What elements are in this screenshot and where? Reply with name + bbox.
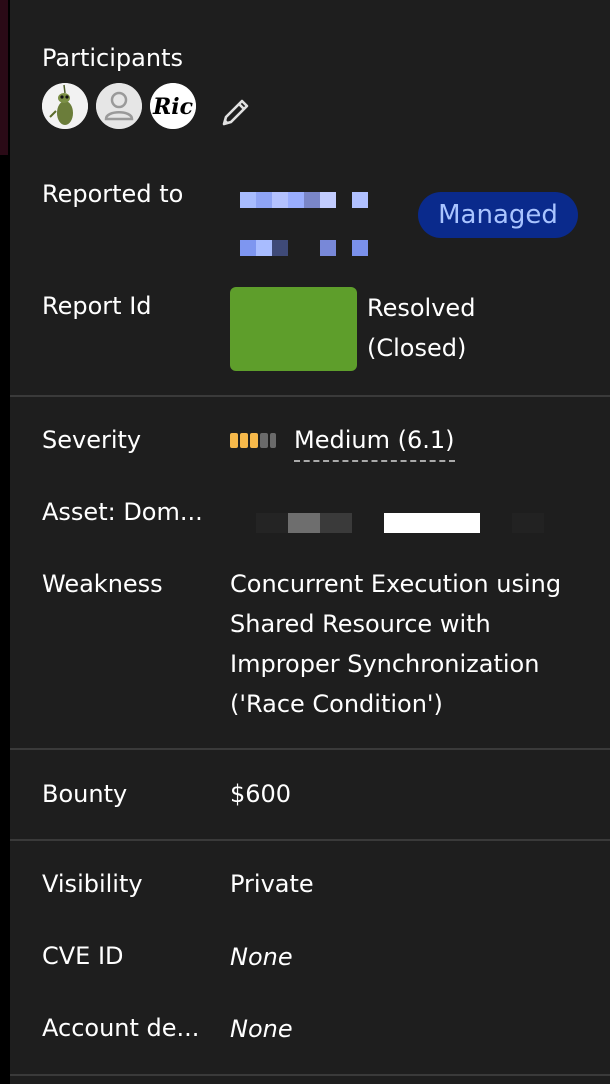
weakness-label: Weakness (42, 570, 163, 598)
participant-avatar-1[interactable] (42, 83, 88, 129)
account-details-label: Account de... (42, 1014, 200, 1042)
report-status-line2: (Closed) (367, 334, 467, 362)
participants-label: Participants (42, 44, 183, 72)
participant-avatar-2[interactable] (96, 83, 142, 129)
user-placeholder-icon (96, 83, 142, 129)
report-details-panel: Participants Ric Reported to Managed Rep… (10, 0, 610, 1084)
cartoon-character-icon (42, 83, 88, 129)
report-id-redacted-value (230, 287, 357, 371)
pencil-icon (222, 99, 249, 126)
cve-id-value: None (230, 943, 293, 971)
severity-value-link[interactable]: Medium (6.1) (294, 420, 455, 462)
divider (10, 839, 610, 841)
bounty-value: $600 (230, 780, 292, 808)
severity-bar-1 (230, 433, 238, 448)
asset-label: Asset: Dom... (42, 498, 203, 526)
report-id-label: Report Id (42, 292, 152, 320)
divider (10, 395, 610, 397)
participant-avatar-3[interactable]: Ric (150, 83, 196, 129)
account-details-value: None (230, 1015, 293, 1043)
visibility-label: Visibility (42, 870, 143, 898)
bounty-label: Bounty (42, 780, 128, 808)
severity-bar-4 (260, 433, 268, 448)
avatar-3-text: Ric (152, 94, 194, 120)
severity-bar-3 (250, 433, 258, 448)
divider (10, 1074, 610, 1076)
severity-label: Severity (42, 426, 142, 454)
edit-participants-button[interactable] (218, 94, 254, 130)
visibility-value: Private (230, 870, 314, 898)
ric-logo-icon: Ric (150, 83, 196, 129)
cve-id-label: CVE ID (42, 942, 124, 970)
report-status-line1: Resolved (367, 294, 476, 322)
severity-bar-2 (240, 433, 248, 448)
divider (10, 748, 610, 750)
edge-accent (0, 0, 8, 155)
reported-to-label: Reported to (42, 180, 184, 208)
severity-bar-5 (270, 433, 276, 448)
weakness-value: Concurrent Execution using Shared Resour… (230, 570, 562, 718)
managed-badge: Managed (418, 192, 578, 238)
